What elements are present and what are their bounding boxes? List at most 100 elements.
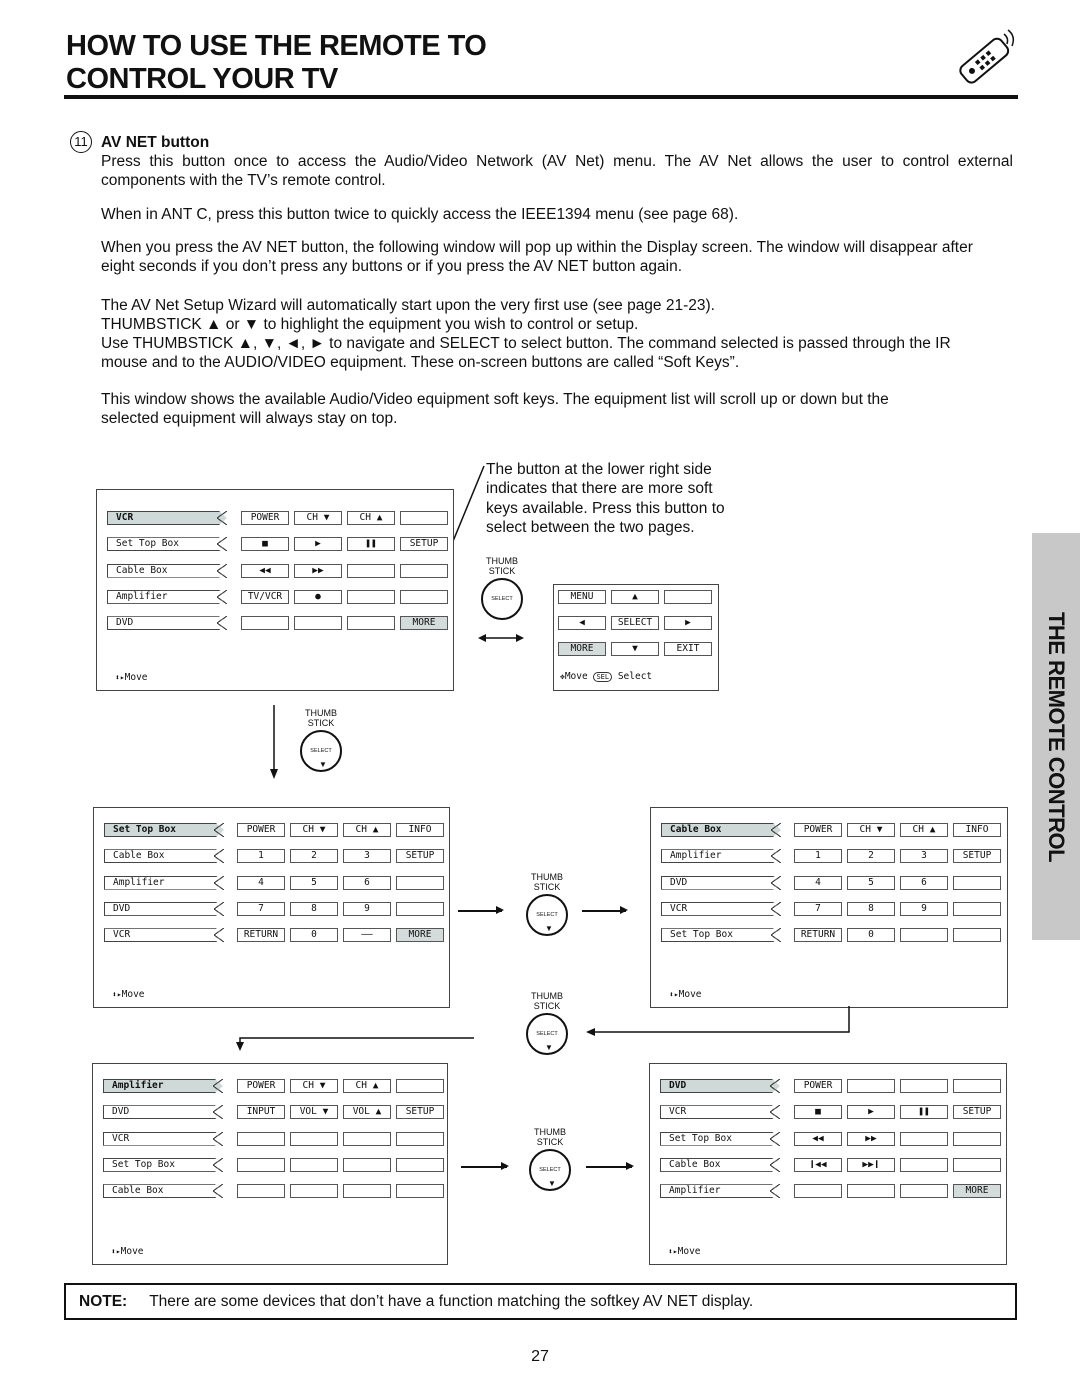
device-button-edge[interactable] [217,616,227,631]
nav-softkey-button[interactable]: SELECT [611,616,659,630]
softkey-button[interactable] [900,1079,948,1093]
softkey-button[interactable] [290,1157,338,1172]
softkey-button[interactable]: RETURN [794,928,842,943]
softkey-button[interactable]: 8 [847,901,895,916]
softkey-button[interactable]: 6 [343,875,391,890]
device-button-edge[interactable] [217,589,227,604]
device-button[interactable]: VCR [107,511,227,525]
softkey-button[interactable]: 9 [343,901,391,916]
softkey-button[interactable]: ◀◀ [241,563,289,578]
softkey-button[interactable]: ■ [241,537,289,552]
softkey-button[interactable]: 2 [290,849,338,864]
softkey-button[interactable] [396,1079,444,1093]
device-button[interactable]: VCR [660,1105,780,1119]
softkey-button[interactable]: CH ▲ [343,823,391,837]
softkey-button[interactable]: 3 [900,849,948,864]
softkey-button[interactable]: 7 [794,901,842,916]
device-button[interactable]: Amplifier [103,1079,223,1093]
device-button-edge[interactable] [771,901,781,916]
softkey-button[interactable] [400,563,448,578]
softkey-button[interactable] [343,1131,391,1146]
softkey-button[interactable]: CH ▼ [290,1079,338,1093]
device-button[interactable]: Amplifier [661,849,781,863]
softkey-button[interactable]: SETUP [953,1105,1001,1120]
softkey-button[interactable] [953,901,1001,916]
device-button[interactable]: DVD [661,876,781,890]
softkey-button[interactable]: VOL ▲ [343,1105,391,1120]
softkey-button[interactable]: MORE [400,616,448,631]
softkey-button[interactable]: 7 [237,901,285,916]
softkey-button[interactable]: POWER [794,1079,842,1093]
softkey-button[interactable]: 3 [343,849,391,864]
device-button-edge[interactable] [213,1131,223,1146]
softkey-button[interactable]: RETURN [237,928,285,943]
softkey-button[interactable]: ▶ [294,537,342,552]
softkey-button[interactable]: ■ [794,1105,842,1120]
softkey-button[interactable] [237,1184,285,1199]
softkey-button[interactable]: —— [343,928,391,943]
softkey-button[interactable] [396,875,444,890]
softkey-button[interactable]: POWER [241,511,289,525]
softkey-button[interactable]: 0 [290,928,338,943]
device-button[interactable]: Amplifier [107,590,227,604]
nav-softkey-button[interactable]: ▲ [611,590,659,604]
softkey-button[interactable] [847,1184,895,1199]
softkey-button[interactable]: 8 [290,901,338,916]
nav-softkey-button[interactable]: ▶ [664,616,712,630]
softkey-button[interactable]: INPUT [237,1105,285,1120]
softkey-button[interactable] [237,1157,285,1172]
softkey-button[interactable]: VOL ▼ [290,1105,338,1120]
device-button[interactable]: VCR [104,928,224,942]
softkey-button[interactable]: ▶▶ [847,1131,895,1146]
nav-softkey-button[interactable] [664,590,712,604]
device-button[interactable]: VCR [661,902,781,916]
softkey-button[interactable]: ▶ [847,1105,895,1120]
device-button-edge[interactable] [213,1157,223,1172]
softkey-button[interactable] [347,589,395,604]
device-button-edge[interactable] [213,1184,223,1199]
softkey-button[interactable] [953,1157,1001,1172]
device-button[interactable]: DVD [107,616,227,630]
softkey-button[interactable]: 0 [847,928,895,943]
softkey-button[interactable]: TV/VCR [241,589,289,604]
device-button-edge[interactable] [217,537,227,552]
device-button-edge[interactable] [217,511,227,525]
softkey-button[interactable]: 4 [794,875,842,890]
device-button-edge[interactable] [214,849,224,864]
device-button[interactable]: Set Top Box [103,1158,223,1172]
softkey-button[interactable] [396,901,444,916]
nav-softkey-button[interactable]: ◀ [558,616,606,630]
device-button-edge[interactable] [770,1079,780,1093]
softkey-button[interactable] [347,616,395,631]
softkey-button[interactable] [794,1184,842,1199]
device-button-edge[interactable] [214,928,224,943]
device-button-edge[interactable] [771,875,781,890]
device-button-edge[interactable] [214,901,224,916]
softkey-button[interactable] [396,1157,444,1172]
device-button-edge[interactable] [213,1105,223,1120]
softkey-button[interactable] [953,928,1001,943]
softkey-button[interactable]: CH ▼ [847,823,895,837]
device-button[interactable]: VCR [103,1132,223,1146]
softkey-button[interactable] [953,1079,1001,1093]
softkey-button[interactable]: SETUP [396,1105,444,1120]
softkey-button[interactable]: ◀◀ [794,1131,842,1146]
softkey-button[interactable]: 1 [237,849,285,864]
device-button[interactable]: Cable Box [107,564,227,578]
softkey-button[interactable]: MORE [953,1184,1001,1199]
device-button-edge[interactable] [771,928,781,943]
softkey-button[interactable]: INFO [953,823,1001,837]
softkey-button[interactable] [237,1131,285,1146]
softkey-button[interactable]: INFO [396,823,444,837]
device-button[interactable]: Cable Box [661,823,781,837]
softkey-button[interactable] [900,1184,948,1199]
device-button-edge[interactable] [214,823,224,837]
softkey-button[interactable] [396,1184,444,1199]
softkey-button[interactable] [900,928,948,943]
device-button[interactable]: Amplifier [104,876,224,890]
softkey-button[interactable] [343,1184,391,1199]
device-button-edge[interactable] [217,563,227,578]
device-button-edge[interactable] [771,823,781,837]
device-button-edge[interactable] [213,1079,223,1093]
softkey-button[interactable] [900,1131,948,1146]
